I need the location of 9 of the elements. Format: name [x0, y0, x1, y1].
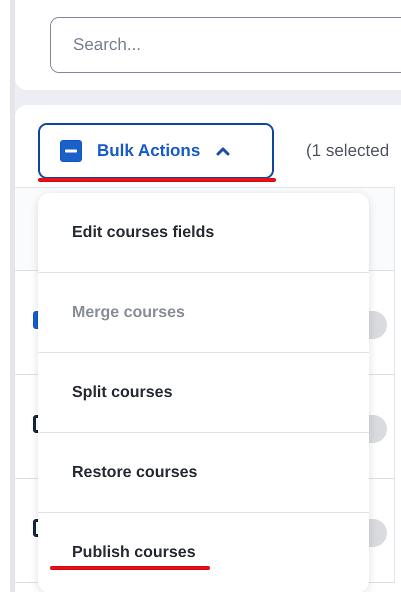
- menu-item: Merge courses: [38, 273, 369, 353]
- selection-count: (1 selected: [306, 141, 390, 161]
- menu-item[interactable]: Publish courses: [72, 513, 196, 592]
- minus-checkbox-icon: [60, 140, 82, 162]
- menu-item[interactable]: Edit courses fields: [38, 193, 369, 273]
- menu-item[interactable]: Split courses: [38, 353, 369, 433]
- bulk-actions-button[interactable]: Bulk Actions: [38, 123, 274, 179]
- menu-item[interactable]: Restore courses: [38, 433, 369, 513]
- search-field[interactable]: Search...: [50, 17, 401, 73]
